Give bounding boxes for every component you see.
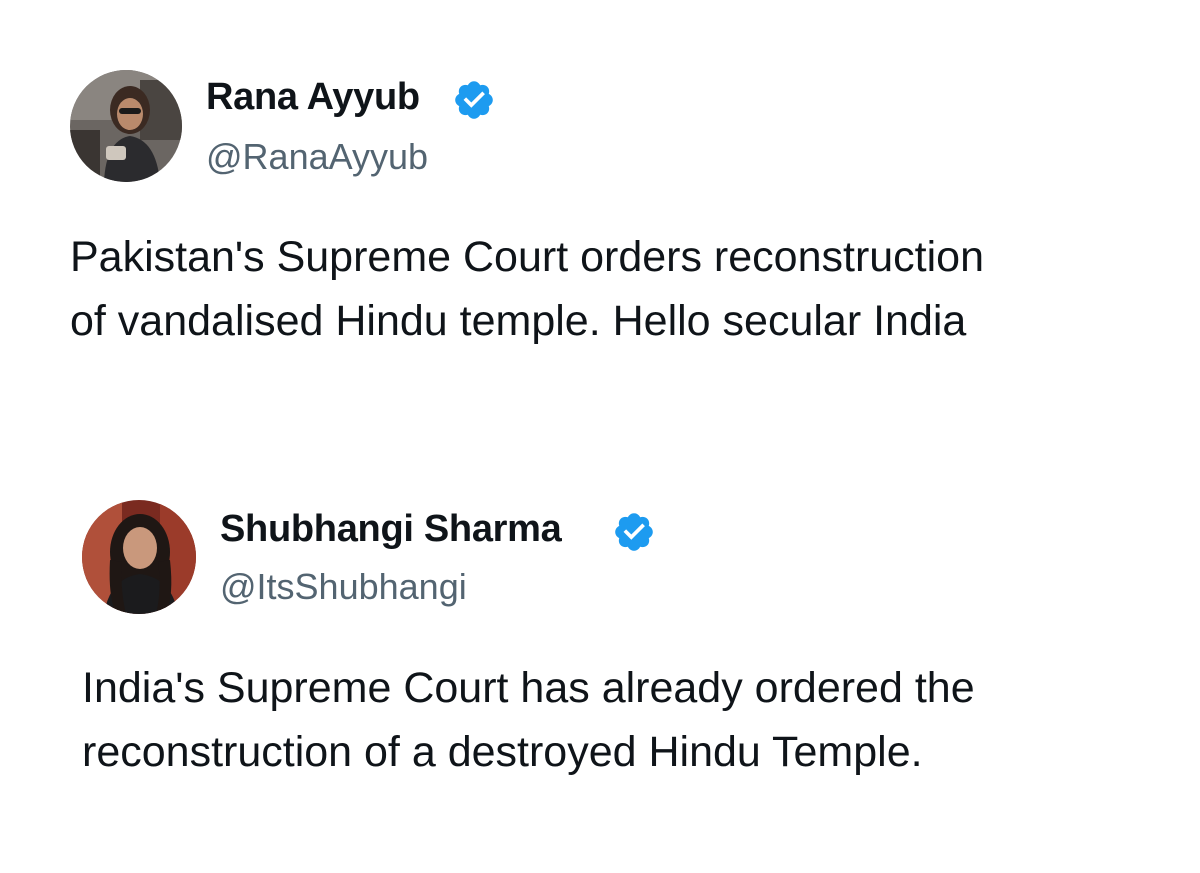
- tweet-text-line: of vandalised Hindu temple. Hello secula…: [70, 297, 967, 345]
- avatar[interactable]: [82, 500, 196, 614]
- author-display-name[interactable]: Shubhangi Sharma: [220, 508, 562, 551]
- author-handle[interactable]: @ItsShubhangi: [220, 566, 467, 608]
- avatar[interactable]: [70, 70, 182, 182]
- tweet-text-line: India's Supreme Court has already ordere…: [82, 664, 975, 712]
- verified-badge-icon: [612, 510, 656, 554]
- tweet-text: Pakistan's Supreme Court orders reconstr…: [70, 225, 984, 353]
- profile-photo-icon: [70, 70, 182, 182]
- author-display-name[interactable]: Rana Ayyub: [206, 76, 420, 119]
- tweet-text-line: Pakistan's Supreme Court orders reconstr…: [70, 233, 985, 281]
- profile-photo-icon: [82, 500, 196, 614]
- tweet-text-line: reconstruction of a destroyed Hindu Temp…: [82, 728, 923, 776]
- tweet-text: India's Supreme Court has already ordere…: [82, 656, 975, 784]
- verified-badge-icon: [452, 78, 496, 122]
- author-handle[interactable]: @RanaAyyub: [206, 136, 428, 178]
